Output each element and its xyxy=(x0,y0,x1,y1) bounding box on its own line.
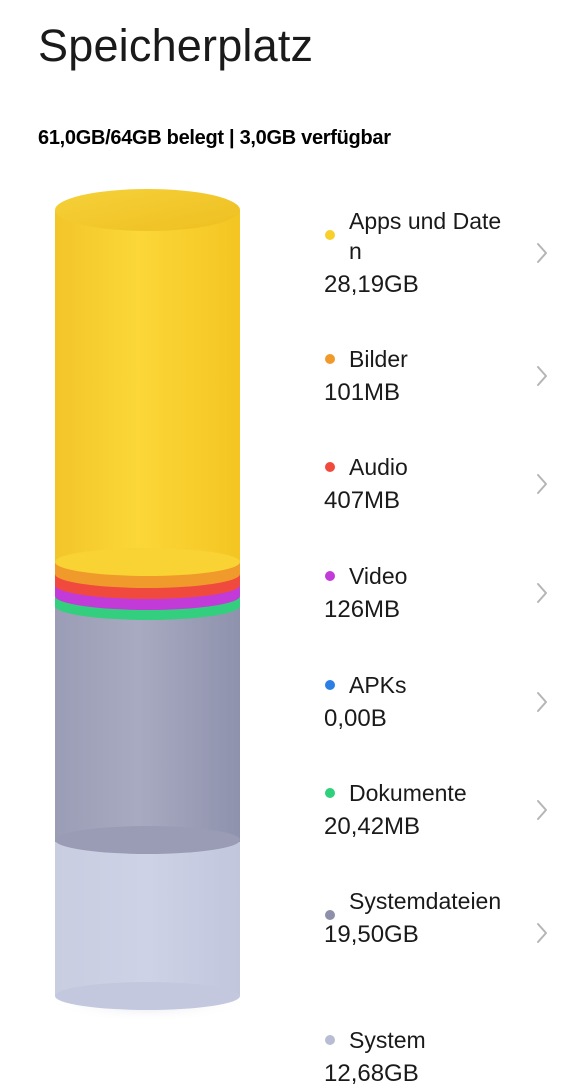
chevron-right-icon xyxy=(537,474,547,494)
category-size: 101MB xyxy=(324,379,401,406)
chevron-right-icon xyxy=(537,583,547,603)
chevron-right-icon xyxy=(537,800,547,820)
category-size: 126MB xyxy=(324,596,401,623)
category-name: Bilder xyxy=(349,346,408,372)
dot-icon xyxy=(325,571,335,581)
segment-systemdateien xyxy=(55,606,240,854)
category-name: Apps und Daten xyxy=(349,208,502,264)
segment-system xyxy=(55,838,240,1010)
chevron-right-icon xyxy=(537,692,547,712)
segment-apps-und-daten xyxy=(55,189,240,576)
category-item-system[interactable]: System 12,68GB xyxy=(324,1025,544,1089)
category-size: 12,68GB xyxy=(324,1060,419,1087)
category-size: 19,50GB xyxy=(324,921,419,948)
chevron-right-icon xyxy=(537,366,547,386)
dot-icon xyxy=(325,230,335,240)
chevron-right-icon xyxy=(537,243,547,263)
category-item-bilder[interactable]: Bilder 101MB xyxy=(324,344,547,408)
dot-icon xyxy=(325,1035,335,1045)
category-name: APKs xyxy=(349,672,407,698)
chevron-right-icon xyxy=(537,923,547,943)
category-name: Video xyxy=(349,563,408,589)
category-size: 20,42MB xyxy=(324,813,421,840)
category-name: Dokumente xyxy=(349,780,467,806)
category-item-dokumente[interactable]: Dokumente 20,42MB xyxy=(324,778,547,842)
category-name: System xyxy=(349,1027,426,1053)
storage-cylinder-chart xyxy=(48,189,248,1022)
category-size: 28,19GB xyxy=(324,271,419,298)
dot-icon xyxy=(325,462,335,472)
dot-icon xyxy=(325,788,335,798)
dot-icon xyxy=(325,910,335,920)
dot-icon xyxy=(325,354,335,364)
category-item-apps-und-daten[interactable]: Apps und Daten 28,19GB xyxy=(324,206,547,300)
category-item-apks[interactable]: APKs 0,00B xyxy=(324,670,547,734)
category-name: Systemdateien xyxy=(349,888,502,914)
category-item-audio[interactable]: Audio 407MB xyxy=(324,452,547,516)
category-size: 0,00B xyxy=(324,705,387,732)
category-name: Audio xyxy=(349,454,408,480)
category-item-video[interactable]: Video 126MB xyxy=(324,561,547,625)
dot-icon xyxy=(325,680,335,690)
category-item-systemdateien[interactable]: Systemdateien 19,50GB xyxy=(324,886,547,950)
category-size: 407MB xyxy=(324,487,401,514)
